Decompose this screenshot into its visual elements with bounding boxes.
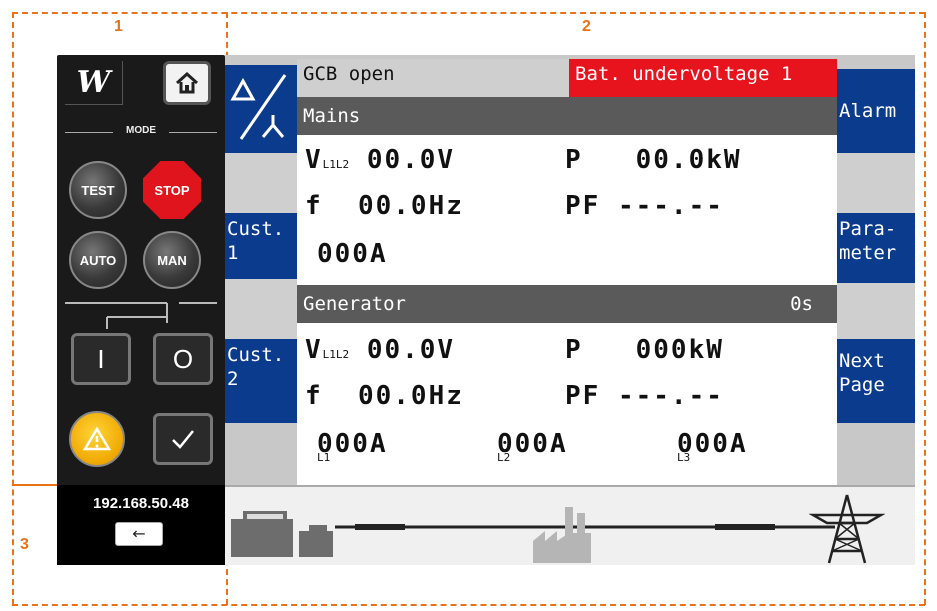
gen-power-label: P [565,335,583,365]
test-button[interactable]: TEST [69,161,127,219]
softkey-parameter-label: Para- meter [839,218,897,264]
woodward-logo: W [65,61,123,105]
softkey-empty-r2 [837,283,915,339]
softkey-empty-r1 [837,153,915,213]
home-icon [175,72,199,94]
ip-address: 192.168.50.48 [93,495,189,512]
mains-voltage-sub: L1L2 [322,158,350,171]
generator-header: Generator 0s [297,285,837,323]
softkey-next-page-label: Next Page [839,350,885,396]
breaker-symbol [65,302,217,329]
softkey-alarm-label: Alarm [839,100,897,122]
zone-border-bottom [12,604,925,606]
single-line-diagram [225,485,915,565]
gen-current-l1: 000A L1 [317,429,388,464]
gen-power: P 000kW [565,335,724,365]
mains-header: Mains [297,97,837,135]
mains-frequency-value: 00.0Hz [357,191,464,221]
man-button[interactable]: MAN [143,231,201,289]
gen-power-value: 000kW [635,335,724,365]
mains-power-label: P [565,145,583,175]
gen-pf-label: PF [565,381,601,411]
generator-timer: 0s [790,293,813,315]
mains-current: 000A [317,239,388,269]
softkey-cust-2[interactable]: Cust. 2 [225,339,297,423]
open-symbol: O [172,343,194,374]
gen-voltage: VL1L2 00.0V [305,335,455,365]
softkey-next-page[interactable]: Next Page [837,339,915,423]
zone-label-1: 1 [114,18,123,35]
softkey-cust-2-label: Cust. 2 [227,344,285,390]
zone-border-right [924,12,926,605]
breaker-open-button[interactable]: O [153,333,213,385]
generator-icon [231,511,333,557]
stop-button[interactable]: STOP [143,161,201,219]
mode-line-right [169,132,217,133]
softkey-parameter[interactable]: Para- meter [837,213,915,283]
checkmark-icon [172,430,194,449]
display-screen: Cust. 1 Cust. 2 Alarm Para- meter Next P… [225,55,915,565]
arrow-left-icon: ← [132,524,146,543]
alarm-acknowledge-button[interactable] [69,411,125,467]
generator-title: Generator [303,293,406,315]
gen-current-l2: 000A L2 [497,429,568,464]
transmission-tower-icon [809,494,885,564]
gen-voltage-sub: L1L2 [322,348,350,361]
gen-voltage-label: V [305,335,323,365]
gen-frequency-label: f [305,381,323,411]
gcb-status: GCB open [297,59,569,97]
delta-wye-icon [230,74,287,140]
mode-label: MODE [126,125,156,136]
mains-frequency: f 00.0Hz [305,191,464,221]
mains-voltage: VL1L2 00.0V [305,145,455,175]
home-button[interactable] [163,61,211,105]
control-panel: W MODE TEST STOP AUTO MAN I O 192.168.50… [57,55,225,565]
gen-pf-value: ---.-- [617,381,724,411]
back-button[interactable]: ← [115,522,163,546]
zone-label-3: 3 [20,536,29,553]
auto-button[interactable]: AUTO [69,231,127,289]
gen-frequency: f 00.0Hz [305,381,464,411]
confirm-button[interactable] [153,413,213,465]
factory-icon [533,507,591,563]
softkey-breaker-view[interactable] [225,65,297,153]
gen-current-l3: 000A L3 [677,429,748,464]
mains-voltage-label: V [305,145,323,175]
softkey-empty-l2 [225,279,297,339]
zone-border-top [12,12,925,14]
zone-border-left [12,12,14,605]
zone-label-2: 2 [582,18,591,35]
softkey-cust-1[interactable]: Cust. 1 [225,213,297,279]
breaker-close-button[interactable]: I [71,333,131,385]
softkey-alarm[interactable]: Alarm [837,69,915,153]
mains-power: P 00.0kW [565,145,742,175]
mains-pf-value: ---.-- [617,191,724,221]
gen-frequency-value: 00.0Hz [357,381,464,411]
gen-voltage-value: 00.0V [366,335,456,365]
mains-frequency-label: f [305,191,323,221]
stage: 1 2 3 W MODE TEST STOP AUTO MAN I O 192.… [0,0,937,611]
gen-pf: PF ---.-- [565,381,724,411]
mains-pf-label: PF [565,191,601,221]
alarm-banner: Bat. undervoltage 1 [569,59,837,97]
mains-pf: PF ---.-- [565,191,724,221]
close-symbol: I [97,343,105,374]
mains-voltage-value: 00.0V [366,145,456,175]
softkey-empty-l1 [225,153,297,213]
softkey-cust-1-label: Cust. 1 [227,218,285,264]
mains-power-value: 00.0kW [635,145,742,175]
warning-icon [83,427,111,451]
